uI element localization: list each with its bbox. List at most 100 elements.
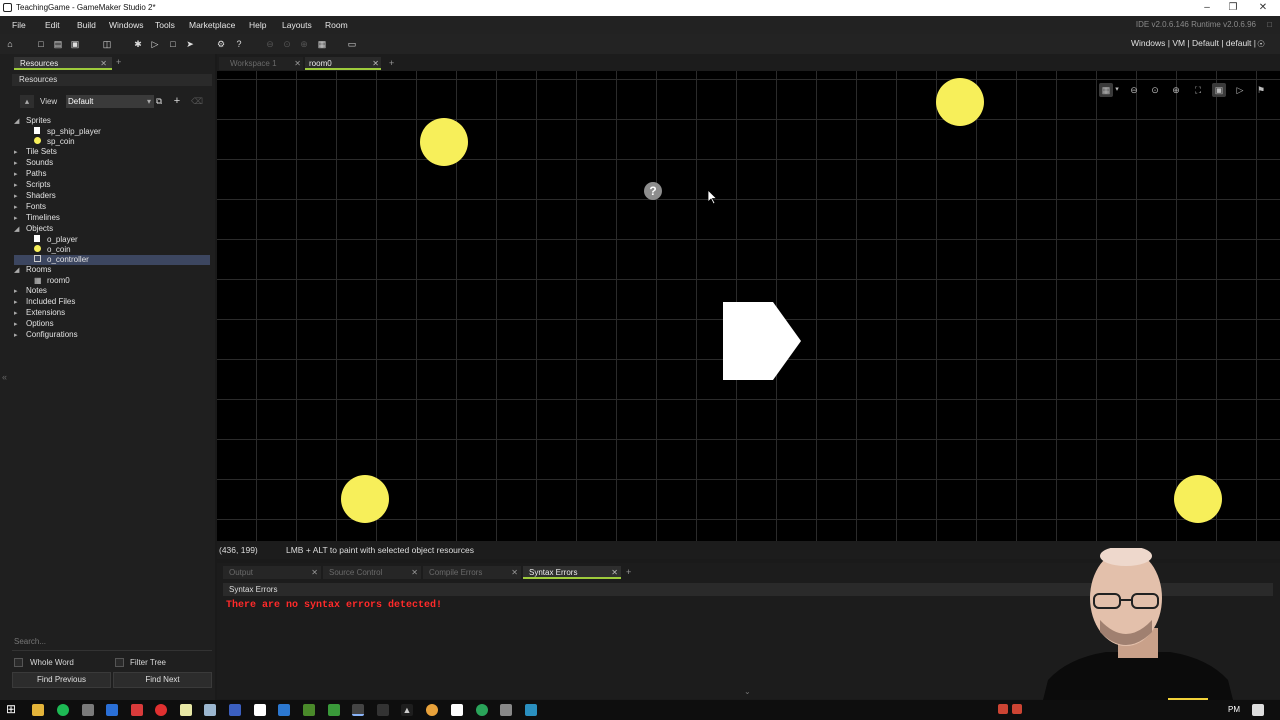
duplicate-icon[interactable]: ⧉: [152, 95, 166, 108]
tab-workspace-1[interactable]: Workspace 1 ✕: [219, 57, 303, 70]
tree-node-paths[interactable]: ▸ Paths: [14, 169, 210, 180]
whole-word-checkbox[interactable]: [14, 658, 23, 667]
caret-right-icon[interactable]: ▸: [14, 331, 26, 341]
menu-file[interactable]: File: [12, 20, 26, 30]
grid-toggle-icon[interactable]: ▦: [1099, 83, 1113, 97]
flag-icon[interactable]: ⚑: [1254, 83, 1268, 97]
room-editor-canvas[interactable]: ? ▦ ▾ ⊖ ⊙ ⊕ ⛶ ▣ ▷ ⚑: [217, 71, 1280, 541]
expand-panel-icon[interactable]: ⌄: [744, 687, 751, 696]
caret-right-icon[interactable]: ▸: [14, 192, 26, 202]
find-next-button[interactable]: Find Next: [113, 672, 212, 688]
target-settings-icon[interactable]: ☉: [1254, 37, 1268, 51]
tree-node-configurations[interactable]: ▸ Configurations: [14, 330, 210, 341]
monitor-icon[interactable]: ▭: [345, 37, 359, 51]
tree-node-sounds[interactable]: ▸ Sounds: [14, 158, 210, 169]
record-icon[interactable]: [155, 704, 167, 716]
zoom-out-icon[interactable]: ⊖: [1127, 83, 1141, 97]
add-tab-icon[interactable]: +: [389, 58, 394, 68]
tree-node-included-files[interactable]: ▸ Included Files: [14, 297, 210, 308]
tree-item-o-controller[interactable]: o_controller: [14, 255, 210, 265]
pen-icon[interactable]: [500, 704, 512, 716]
caret-right-icon[interactable]: ▸: [14, 181, 26, 191]
preferences-icon[interactable]: ⚙: [214, 37, 228, 51]
app-icon[interactable]: [131, 704, 143, 716]
debug-icon[interactable]: ✱: [131, 37, 145, 51]
tree-item-sp-ship-player[interactable]: sp_ship_player: [14, 127, 210, 137]
tab-source-control[interactable]: Source Control ✕: [323, 566, 421, 579]
tray-icon[interactable]: [998, 704, 1008, 714]
fullscreen-icon[interactable]: ⛶: [1191, 83, 1205, 97]
delete-icon[interactable]: ⌫: [190, 95, 204, 108]
menu-marketplace[interactable]: Marketplace: [189, 20, 235, 30]
caret-right-icon[interactable]: ▸: [14, 148, 26, 158]
app-icon[interactable]: [204, 704, 216, 716]
tab-room0[interactable]: room0 ✕: [305, 57, 381, 70]
caret-right-icon[interactable]: ▸: [14, 159, 26, 169]
close-icon[interactable]: ✕: [372, 57, 379, 70]
caret-right-icon[interactable]: ▸: [14, 287, 26, 297]
tree-node-notes[interactable]: ▸ Notes: [14, 286, 210, 297]
player-ship-instance[interactable]: [723, 302, 801, 380]
coin-instance[interactable]: [936, 78, 984, 126]
tab-syntax-errors[interactable]: Syntax Errors ✕: [523, 566, 621, 579]
steam-icon[interactable]: [106, 704, 118, 716]
help-icon[interactable]: ?: [644, 182, 662, 200]
spotify-icon[interactable]: [57, 704, 69, 716]
tree-node-objects[interactable]: ◢ Objects: [14, 224, 210, 235]
notifications-icon[interactable]: [1252, 704, 1264, 716]
close-icon[interactable]: ✕: [611, 566, 618, 579]
caret-right-icon[interactable]: ▸: [14, 298, 26, 308]
coin-instance[interactable]: [420, 118, 468, 166]
caret-right-icon[interactable]: ▸: [14, 170, 26, 180]
zoom-reset-icon[interactable]: ⊙: [1148, 83, 1162, 97]
coin-instance[interactable]: [341, 475, 389, 523]
app-icon[interactable]: [303, 704, 315, 716]
app-icon[interactable]: [82, 704, 94, 716]
close-icon[interactable]: ✕: [311, 566, 318, 579]
open-project-icon[interactable]: ▤: [51, 37, 65, 51]
app-icon[interactable]: [476, 704, 488, 716]
gamemaker-icon[interactable]: [352, 704, 364, 716]
home-icon[interactable]: ⌂: [3, 37, 17, 51]
tab-output[interactable]: Output ✕: [223, 566, 321, 579]
menu-windows[interactable]: Windows: [109, 20, 143, 30]
document-icon[interactable]: [254, 704, 266, 716]
tree-node-shaders[interactable]: ▸ Shaders: [14, 191, 210, 202]
document-icon[interactable]: [451, 704, 463, 716]
tree-node-scripts[interactable]: ▸ Scripts: [14, 180, 210, 191]
caret-down-icon[interactable]: ◢: [14, 225, 26, 235]
chat-icon[interactable]: □: [1267, 20, 1272, 29]
help-icon[interactable]: ?: [232, 37, 246, 51]
add-tab-icon[interactable]: +: [116, 57, 121, 67]
caret-right-icon[interactable]: ▸: [14, 214, 26, 224]
zoom-out-icon[interactable]: ⊖: [263, 37, 277, 51]
zoom-reset-icon[interactable]: ⊙: [280, 37, 294, 51]
app-icon[interactable]: [328, 704, 340, 716]
play-room-icon[interactable]: ▷: [1233, 83, 1247, 97]
target-info[interactable]: Windows | VM | Default | default |: [1131, 38, 1256, 48]
create-executable-icon[interactable]: ◫: [100, 37, 114, 51]
search-input[interactable]: Search...: [12, 637, 212, 651]
chevron-down-icon[interactable]: ▾: [1113, 83, 1121, 97]
caret-right-icon[interactable]: ▸: [14, 320, 26, 330]
caret-down-icon[interactable]: ◢: [14, 266, 26, 276]
chrome-icon[interactable]: [426, 704, 438, 716]
caret-right-icon[interactable]: ▸: [14, 309, 26, 319]
zoom-in-icon[interactable]: ⊕: [297, 37, 311, 51]
zoom-in-icon[interactable]: ⊕: [1169, 83, 1183, 97]
minimize-button[interactable]: –: [1194, 1, 1220, 15]
grid-view-icon[interactable]: ▦: [315, 37, 329, 51]
stop-icon[interactable]: □: [166, 37, 180, 51]
app-icon[interactable]: [278, 704, 290, 716]
caret-right-icon[interactable]: ▸: [14, 203, 26, 213]
clean-icon[interactable]: ➤: [183, 37, 197, 51]
coin-instance[interactable]: [1174, 475, 1222, 523]
menu-build[interactable]: Build: [77, 20, 96, 30]
close-icon[interactable]: ✕: [511, 566, 518, 579]
tree-node-options[interactable]: ▸ Options: [14, 319, 210, 330]
menu-help[interactable]: Help: [249, 20, 266, 30]
view-frame-icon[interactable]: ▣: [1212, 83, 1226, 97]
tree-node-tile-sets[interactable]: ▸ Tile Sets: [14, 147, 210, 158]
tree-node-timelines[interactable]: ▸ Timelines: [14, 213, 210, 224]
tree-node-sprites[interactable]: ◢ Sprites: [14, 116, 210, 127]
